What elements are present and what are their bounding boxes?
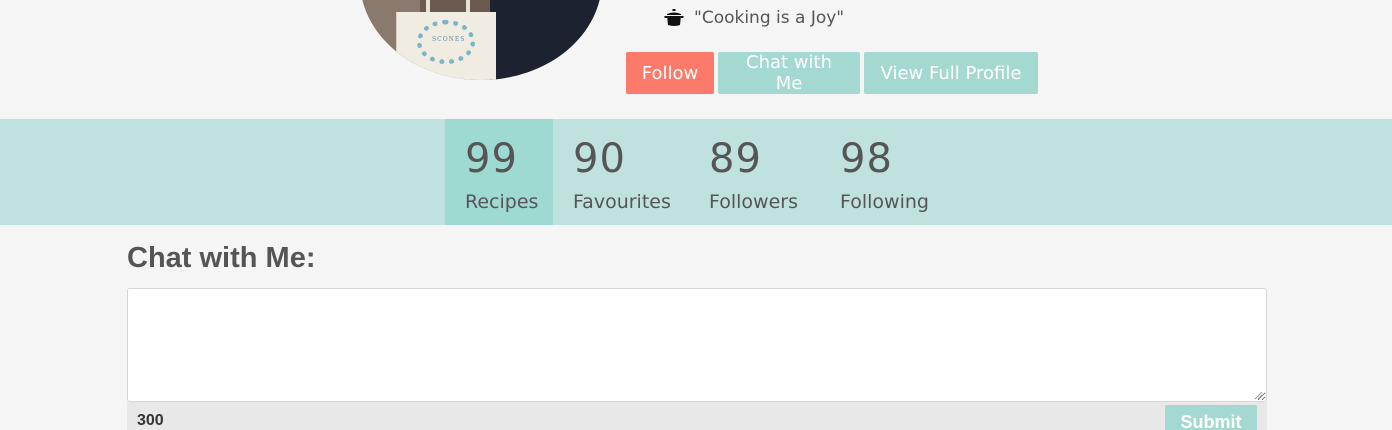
stats-bar: 99 Recipes 90 Favourites 89 Followers 98… (0, 119, 1392, 225)
character-count: 300 (137, 412, 164, 429)
stat-tab-recipes[interactable]: 99 Recipes (445, 119, 553, 225)
profile-page: SCONES "Cooking is a Joy" Follow Chat wi… (0, 0, 1392, 430)
stat-tab-following[interactable]: 98 Following (820, 119, 950, 225)
quote-text: "Cooking is a Joy" (694, 8, 845, 28)
stat-label: Favourites (573, 191, 671, 213)
stat-value: 90 (573, 136, 626, 182)
avatar-clothing (490, 0, 602, 80)
bag-logo-text: SCONES (432, 36, 466, 43)
stat-value: 99 (465, 136, 518, 182)
follow-button[interactable]: Follow (626, 52, 714, 94)
chat-footer: 300 Submit (127, 402, 1267, 430)
resize-grip-icon[interactable] (1253, 390, 1263, 400)
view-full-profile-button[interactable]: View Full Profile (864, 52, 1038, 94)
stat-label: Followers (709, 191, 798, 213)
stat-tab-followers[interactable]: 89 Followers (689, 119, 820, 225)
cooking-pot-icon (664, 9, 684, 26)
submit-button[interactable]: Submit (1165, 405, 1257, 430)
stats-tabs: 99 Recipes 90 Favourites 89 Followers 98… (445, 119, 950, 225)
chat-heading: Chat with Me: (127, 242, 316, 274)
stat-value: 98 (840, 136, 893, 182)
avatar: SCONES (360, 0, 602, 80)
stat-label: Following (840, 191, 929, 213)
stat-label: Recipes (465, 191, 539, 213)
stat-value: 89 (709, 136, 762, 182)
stat-tab-favourites[interactable]: 90 Favourites (553, 119, 689, 225)
chat-with-me-button[interactable]: Chat with Me (718, 52, 860, 94)
chat-message-input[interactable] (127, 288, 1267, 402)
profile-actions: Follow Chat with Me View Full Profile (626, 52, 1038, 94)
profile-quote: "Cooking is a Joy" (664, 8, 844, 28)
